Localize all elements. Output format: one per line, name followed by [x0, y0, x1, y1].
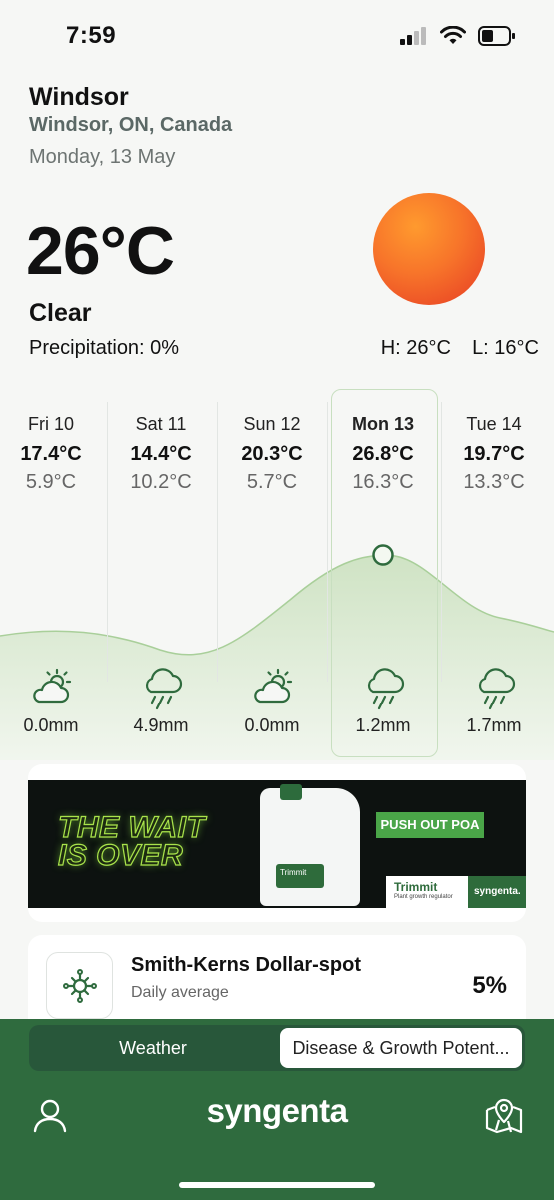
- home-indicator: [179, 1182, 375, 1188]
- day-name: Fri 10: [27, 414, 74, 434]
- battery-icon: [478, 26, 515, 46]
- forecast-day[interactable]: Sun 12 20.3°C 5.7°C: [219, 392, 325, 494]
- forecast-day[interactable]: Tue 14 19.7°C 13.3°C: [441, 392, 547, 494]
- low-temp: L: 16°C: [472, 337, 539, 359]
- ad-headline: THE WAIT IS OVER: [57, 811, 206, 872]
- disease-subtitle: Daily average: [131, 984, 229, 1001]
- current-date: Monday, 13 May: [29, 146, 176, 168]
- ad-cta: PUSH OUT POA: [376, 812, 484, 838]
- product-logo: Trimmit Plant growth regulator: [386, 876, 468, 908]
- day-high: 20.3°C: [241, 443, 303, 465]
- high-low: H: 26°C L: 16°C: [381, 337, 539, 360]
- syngenta-logo: syngenta: [206, 1092, 348, 1129]
- day-high: 17.4°C: [20, 443, 82, 465]
- forecast-day-selected[interactable]: Mon 13 26.8°C 16.3°C: [330, 392, 436, 494]
- wifi-icon: [440, 26, 466, 44]
- day-high: 19.7°C: [463, 443, 525, 465]
- day-low: 16.3°C: [352, 471, 414, 493]
- disease-title: Smith-Kerns Dollar-spot: [131, 954, 362, 976]
- status-icons: [400, 26, 516, 46]
- day-high: 26.8°C: [352, 443, 414, 465]
- day-low: 10.2°C: [130, 471, 192, 493]
- day-high: 14.4°C: [130, 443, 192, 465]
- product-jug-image: [260, 788, 360, 906]
- virus-icon: [62, 968, 97, 1003]
- rain-amount: 1.7mm: [466, 715, 522, 735]
- forecast-day[interactable]: Fri 10 17.4°C 5.9°C: [0, 392, 104, 494]
- disease-percentage: 5%: [472, 972, 507, 999]
- partly-cloudy-icon: [254, 668, 293, 704]
- product-jug-cap: [280, 784, 302, 800]
- cellular-signal-icon: [400, 27, 426, 45]
- high-temp: H: 26°C: [380, 337, 451, 359]
- region-name: Windsor, ON, Canada: [29, 114, 233, 136]
- current-temperature: 26°C: [26, 213, 175, 289]
- rain-amount: 0.0mm: [244, 715, 300, 735]
- forecast-day[interactable]: Sat 11 14.4°C 10.2°C: [108, 392, 214, 494]
- current-condition: Clear: [29, 299, 92, 327]
- day-name: Mon 13: [351, 414, 414, 434]
- city-name: Windsor: [29, 83, 129, 111]
- day-name: Sat 11: [135, 414, 187, 434]
- partly-cloudy-icon: [33, 668, 72, 704]
- product-jug-label: Trimmit: [276, 864, 324, 888]
- rain-cloud-icon: [367, 668, 405, 710]
- status-bar: 7:59: [0, 0, 554, 72]
- rain-cloud-icon: [478, 668, 516, 710]
- rain-cloud-icon: [145, 668, 183, 710]
- ad-banner[interactable]: THE WAIT IS OVER Trimmit PUSH OUT POA Tr…: [28, 780, 526, 908]
- rain-amount: 1.2mm: [355, 715, 411, 735]
- day-name: Sun 12: [243, 414, 301, 434]
- virus-icon-container: [46, 952, 113, 1019]
- day-low: 5.9°C: [25, 471, 77, 493]
- precipitation-chance: Precipitation: 0%: [29, 337, 180, 359]
- selected-point-marker: [372, 544, 394, 566]
- day-name: Tue 14: [466, 414, 522, 434]
- day-low: 5.7°C: [246, 471, 298, 493]
- rain-amount: 0.0mm: [23, 715, 79, 735]
- day-low: 13.3°C: [463, 471, 525, 493]
- column-divider: [327, 402, 328, 682]
- rain-amount: 4.9mm: [133, 715, 189, 735]
- map-pin-icon[interactable]: [483, 1094, 525, 1136]
- status-time: 7:59: [66, 22, 117, 49]
- column-divider: [217, 402, 218, 682]
- sun-icon: [373, 193, 485, 305]
- tab-weather[interactable]: Weather: [29, 1025, 277, 1071]
- tab-disease-growth[interactable]: Disease & Growth Potent...: [280, 1028, 522, 1068]
- brand-logo: syngenta.: [468, 876, 526, 908]
